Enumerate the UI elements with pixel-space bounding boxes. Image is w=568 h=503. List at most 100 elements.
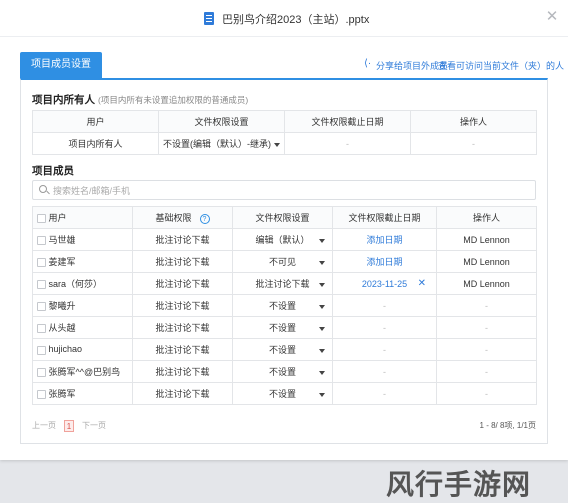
owners-row: 项目内所有人 不设置(编辑（默认）-继承) - - — [32, 132, 537, 155]
members-header-user-label: 用户 — [48, 213, 67, 223]
member-permission-select[interactable]: 不设置 — [232, 316, 333, 339]
member-permission-select[interactable]: 编辑（默认） — [232, 228, 333, 251]
chevron-down-icon — [319, 327, 325, 331]
owners-header-permission: 文件权限设置 — [158, 110, 285, 133]
permission-dialog: 巴别鸟介绍2023（主站）.pptx ✕ 项目成员设置 ⟨· 分享给项目外成员 … — [0, 0, 568, 460]
member-base-permission: 批注讨论下载 — [132, 294, 233, 317]
tab-project-member-settings[interactable]: 项目成员设置 — [20, 52, 102, 78]
member-permission-select[interactable]: 批注讨论下载 — [232, 272, 333, 295]
member-operator: MD Lennon — [436, 250, 537, 273]
owners-title: 项目内所有人 — [32, 94, 95, 106]
owners-deadline: - — [284, 132, 411, 155]
member-deadline: - — [332, 294, 437, 317]
member-permission-value: 不设置 — [268, 301, 296, 311]
owners-header-operator: 操作人 — [410, 110, 537, 133]
add-date-link[interactable]: 添加日期 — [366, 257, 402, 267]
member-search-input[interactable] — [51, 182, 525, 200]
member-base-permission: 批注讨论下载 — [132, 228, 233, 251]
chevron-down-icon — [319, 305, 325, 309]
chevron-down-icon — [274, 142, 280, 147]
row-checkbox[interactable] — [37, 368, 46, 378]
members-header-base-label: 基础权限 — [155, 213, 192, 223]
table-row: 张腾军 批注讨论下载 不设置 - - — [32, 382, 537, 405]
member-permission-select[interactable]: 不设置 — [232, 360, 333, 383]
members-header-permission: 文件权限设置 — [232, 206, 333, 229]
row-checkbox[interactable] — [37, 345, 46, 355]
members-header-deadline: 文件权限截止日期 — [332, 206, 437, 229]
member-search-box — [32, 180, 536, 200]
member-permission-value: 批注讨论下载 — [255, 279, 310, 289]
chevron-down-icon — [319, 283, 325, 287]
table-row: 张腾军^^@巴别鸟 批注讨论下载 不设置 - - — [32, 360, 537, 383]
clear-date-icon[interactable]: ✕ — [418, 278, 426, 289]
member-user: sara（何莎） — [48, 279, 103, 289]
member-user: 从头越 — [48, 323, 76, 333]
owners-header-row: 用户 文件权限设置 文件权限截止日期 操作人 — [32, 110, 537, 133]
member-user: hujichao — [48, 344, 83, 355]
member-user-cell: 马世雄 — [32, 228, 133, 251]
add-date-link[interactable]: 添加日期 — [366, 235, 402, 245]
table-row: 从头越 批注讨论下载 不设置 - - — [32, 316, 537, 339]
member-user-cell: hujichao — [32, 338, 133, 361]
member-permission-value: 编辑（默认） — [255, 235, 310, 245]
member-operator: - — [436, 294, 537, 317]
next-page-button[interactable]: 下一页 — [82, 420, 106, 432]
member-user: 张腾军 — [48, 389, 76, 399]
owners-user: 项目内所有人 — [32, 132, 159, 155]
chevron-down-icon — [319, 239, 325, 243]
member-permission-select[interactable]: 不设置 — [232, 338, 333, 361]
search-icon — [39, 185, 47, 193]
owners-table: 用户 文件权限设置 文件权限截止日期 操作人 项目内所有人 不设置(编辑（默认）… — [32, 110, 537, 155]
member-operator: - — [436, 338, 537, 361]
member-permission-value: 不设置 — [268, 389, 296, 399]
member-operator: - — [436, 360, 537, 383]
member-permission-select[interactable]: 不设置 — [232, 382, 333, 405]
owners-section-title: 项目内所有人 (项目内所有未设置追加权限的普通成员) — [32, 92, 248, 107]
member-permission-value: 不可见 — [268, 257, 296, 267]
members-header-row: 用户 基础权限? 文件权限设置 文件权限截止日期 操作人 — [32, 206, 537, 229]
row-checkbox[interactable] — [37, 280, 46, 290]
table-row: 马世雄 批注讨论下载 编辑（默认） 添加日期 MD Lennon — [32, 228, 537, 251]
select-all-checkbox[interactable] — [37, 214, 46, 224]
member-base-permission: 批注讨论下载 — [132, 338, 233, 361]
owners-permission-select[interactable]: 不设置(编辑（默认）-继承) — [158, 132, 285, 155]
member-base-permission: 批注讨论下载 — [132, 316, 233, 339]
row-checkbox[interactable] — [37, 258, 46, 268]
row-checkbox[interactable] — [37, 390, 46, 400]
pptx-file-icon — [204, 12, 214, 25]
table-row: sara（何莎） 批注讨论下载 批注讨论下载 2023-11-25 ✕ MD Le… — [32, 272, 537, 295]
member-base-permission: 批注讨论下载 — [132, 272, 233, 295]
site-watermark: 风行手游网 — [386, 461, 560, 501]
chevron-down-icon — [319, 349, 325, 353]
member-deadline-cell: 添加日期 — [332, 250, 437, 273]
chevron-down-icon — [319, 371, 325, 375]
deadline-date[interactable]: 2023-11-25 — [362, 279, 407, 289]
members-header-operator: 操作人 — [436, 206, 537, 229]
member-user-cell: 姜建军 — [32, 250, 133, 273]
owners-header-user: 用户 — [32, 110, 159, 133]
member-permission-value: 不设置 — [268, 345, 296, 355]
view-access-link[interactable]: 查看可访问当前文件（夹）的人 — [438, 59, 564, 72]
member-permission-select[interactable]: 不可见 — [232, 250, 333, 273]
owners-operator: - — [410, 132, 537, 155]
row-checkbox[interactable] — [37, 324, 46, 334]
row-checkbox[interactable] — [37, 236, 46, 246]
members-header-user: 用户 — [32, 206, 133, 229]
current-page-button[interactable]: 1 — [64, 420, 74, 432]
member-user: 马世雄 — [48, 235, 76, 245]
member-deadline-cell: 添加日期 — [332, 228, 437, 251]
member-user-cell: sara（何莎） — [32, 272, 133, 295]
owners-header-deadline: 文件权限截止日期 — [284, 110, 411, 133]
member-operator: - — [436, 316, 537, 339]
prev-page-button[interactable]: 上一页 — [32, 420, 56, 432]
help-icon[interactable]: ? — [199, 213, 210, 224]
chevron-down-icon — [319, 393, 325, 397]
member-permission-select[interactable]: 不设置 — [232, 294, 333, 317]
row-checkbox[interactable] — [37, 302, 46, 312]
chevron-down-icon — [319, 261, 325, 265]
owners-note: (项目内所有未设置追加权限的普通成员) — [98, 95, 249, 105]
member-user-cell: 从头越 — [32, 316, 133, 339]
share-icon[interactable]: ⟨· — [364, 59, 374, 69]
close-icon[interactable]: ✕ — [544, 9, 560, 25]
owners-permission-value: 不设置(编辑（默认）-继承) — [163, 139, 271, 149]
